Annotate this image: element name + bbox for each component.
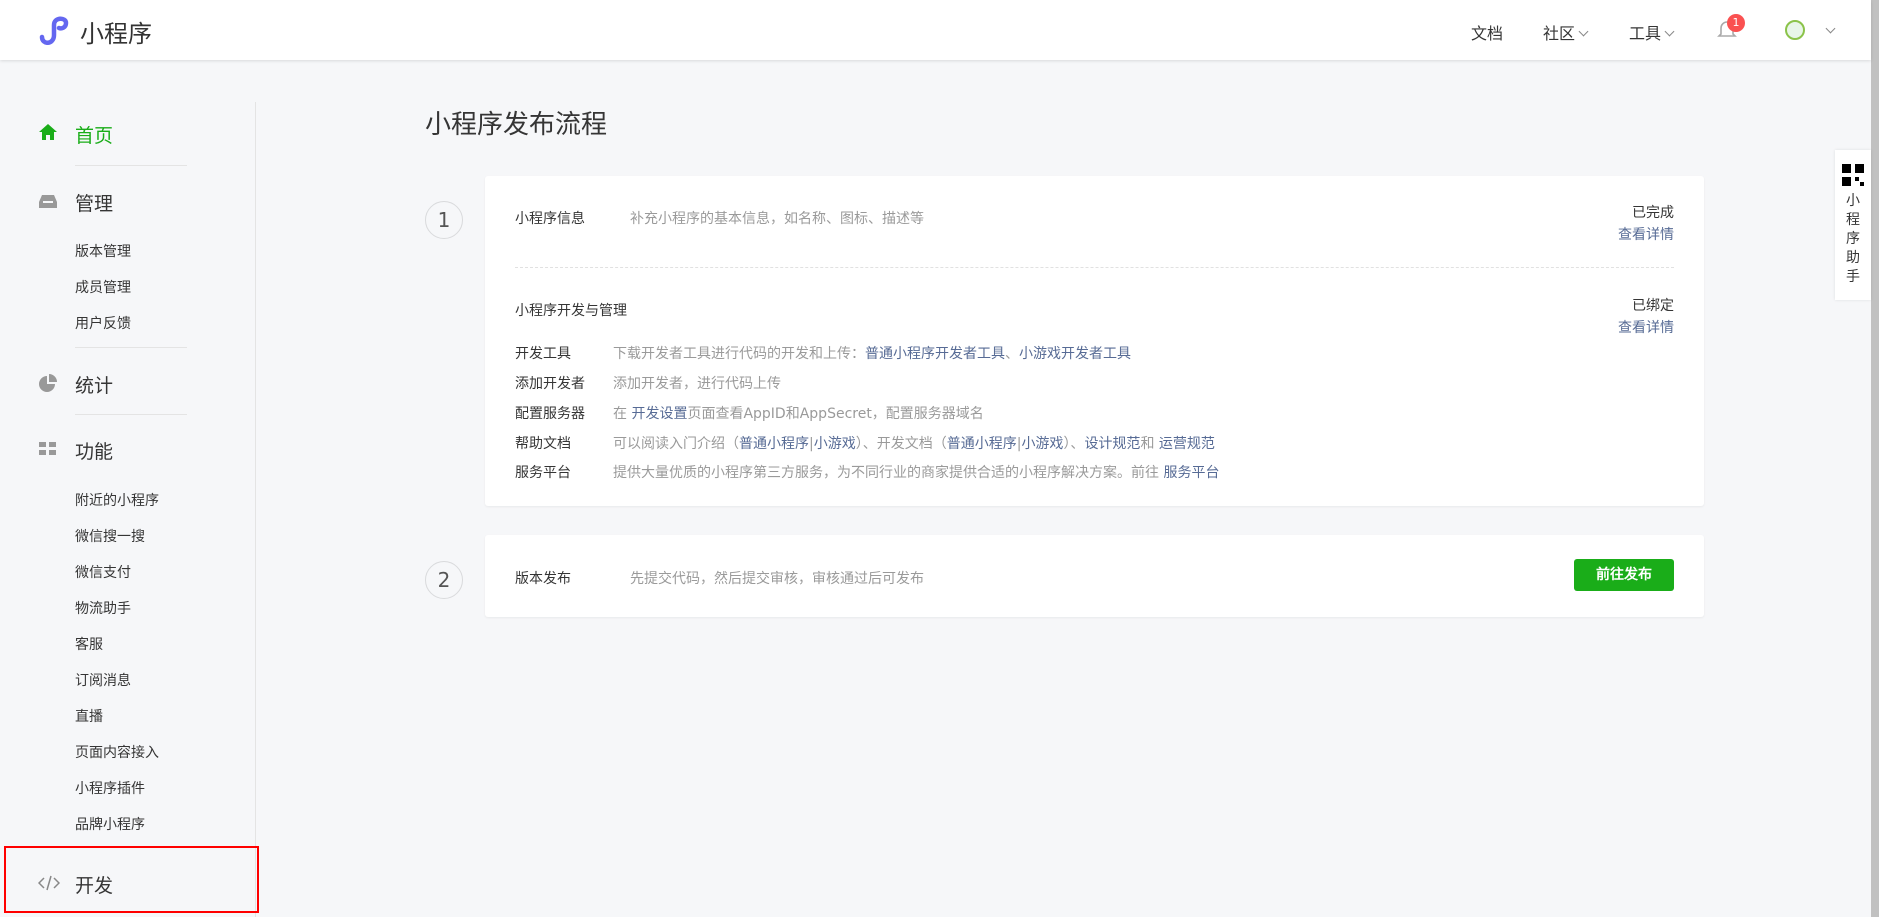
sidebar-item-brand[interactable]: 品牌小程序 (75, 814, 145, 834)
row-desc: 可以阅读入门介绍（普通小程序|小游戏）、开发文档（普通小程序|小游戏）、设计规范… (613, 433, 1215, 453)
page-title: 小程序发布流程 (425, 110, 608, 140)
sidebar-item-content[interactable]: 页面内容接入 (75, 742, 159, 762)
service-desc: 提供大量优质的小程序第三方服务，为不同行业的商家提供合适的小程序解决方案。前往 (613, 465, 1164, 481)
row-desc: 提供大量优质的小程序第三方服务，为不同行业的商家提供合适的小程序解决方案。前往 … (613, 462, 1219, 482)
sidebar-item-stats[interactable]: 统计 (75, 371, 113, 398)
service-platform-link[interactable]: 服务平台 (1163, 465, 1219, 481)
dev-label: 小程序开发与管理 (515, 303, 627, 319)
dev-details-link[interactable]: 查看详情 (1618, 317, 1674, 337)
notification-badge: 1 (1727, 14, 1745, 32)
row-desc: 在 开发设置页面查看AppID和AppSecret，配置服务器域名 (613, 403, 984, 423)
sidebar-item-home[interactable]: 首页 (75, 121, 113, 148)
inbox-icon (39, 195, 57, 208)
sidebar-item-logistics[interactable]: 物流助手 (75, 598, 131, 618)
sidebar-item-service[interactable]: 客服 (75, 634, 103, 654)
intro-miniprogram-link[interactable]: 普通小程序 (739, 436, 809, 452)
game-tools-link[interactable]: 小游戏开发者工具 (1019, 346, 1131, 362)
info-desc: 补充小程序的基本信息，如名称、图标、描述等 (630, 211, 924, 227)
sidebar-item-subscribe[interactable]: 订阅消息 (75, 670, 131, 690)
divider (75, 165, 187, 166)
sidebar-item-version[interactable]: 版本管理 (75, 241, 131, 261)
dashed-divider (515, 267, 1674, 268)
sidebar-item-manage[interactable]: 管理 (75, 189, 113, 216)
nav-community[interactable]: 社区 (1543, 20, 1589, 44)
chevron-down-icon (1578, 26, 1589, 37)
server-desc: 页面查看AppID和AppSecret，配置服务器域名 (687, 406, 984, 422)
info-status: 已完成 (1632, 205, 1674, 221)
row-desc: 下载开发者工具进行代码的开发和上传：普通小程序开发者工具、小游戏开发者工具 (613, 343, 1131, 363)
sep: 、 (1005, 346, 1019, 362)
row-label: 添加开发者 (515, 376, 585, 392)
pie-chart-icon (39, 374, 57, 392)
brand-name[interactable]: 小程序 (80, 14, 152, 49)
step2-card: 版本发布 先提交代码，然后提交审核，审核通过后可发布 前往发布 (485, 535, 1704, 617)
sidebar-divider (255, 102, 256, 917)
sidebar-item-live[interactable]: 直播 (75, 706, 103, 726)
design-guide-link[interactable]: 设计规范 (1084, 436, 1140, 452)
qr-code-icon (1842, 164, 1864, 186)
docs-game-link[interactable]: 小游戏 (1021, 436, 1063, 452)
dev-tools-link[interactable]: 普通小程序开发者工具 (865, 346, 1005, 362)
sidebar-item-features[interactable]: 功能 (75, 437, 113, 464)
scrollbar[interactable] (1871, 0, 1879, 917)
release-label: 版本发布 (515, 571, 571, 587)
nav-tools[interactable]: 工具 (1629, 20, 1675, 44)
nav-community-label: 社区 (1543, 24, 1576, 43)
step-number: 1 (425, 201, 463, 239)
release-desc: 先提交代码，然后提交审核，审核通过后可发布 (630, 571, 924, 587)
divider (75, 414, 187, 415)
assistant-float[interactable]: 小程序助手 (1835, 150, 1871, 300)
highlight-box (4, 846, 259, 913)
info-label: 小程序信息 (515, 211, 585, 227)
avatar[interactable] (1785, 20, 1805, 40)
grid-icon (39, 442, 56, 455)
go-release-button[interactable]: 前往发布 (1574, 559, 1674, 591)
row-label: 服务平台 (515, 465, 571, 481)
sidebar-item-pay[interactable]: 微信支付 (75, 562, 131, 582)
sidebar-item-feedback[interactable]: 用户反馈 (75, 313, 131, 333)
row-label: 帮助文档 (515, 436, 571, 452)
info-details-link[interactable]: 查看详情 (1618, 224, 1674, 244)
intro-game-link[interactable]: 小游戏 (814, 436, 856, 452)
t1: 可以阅读入门介绍（ (613, 436, 739, 452)
sidebar-item-nearby[interactable]: 附近的小程序 (75, 490, 159, 510)
docs-miniprogram-link[interactable]: 普通小程序 (947, 436, 1017, 452)
ops-guide-link[interactable]: 运营规范 (1159, 436, 1215, 452)
step1-card: 小程序信息 补充小程序的基本信息，如名称、图标、描述等 已完成 查看详情 小程序… (485, 176, 1704, 506)
dev-settings-link[interactable]: 开发设置 (631, 406, 687, 422)
sidebar-item-search[interactable]: 微信搜一搜 (75, 526, 145, 546)
sidebar-item-members[interactable]: 成员管理 (75, 277, 131, 297)
t3: ）、 (1063, 436, 1085, 452)
sidebar-item-plugin[interactable]: 小程序插件 (75, 778, 145, 798)
nav-docs[interactable]: 文档 (1471, 20, 1503, 44)
t2: ）、开发文档（ (855, 436, 947, 452)
row-desc: 添加开发者，进行代码上传 (613, 376, 781, 392)
home-icon (39, 124, 57, 140)
dev-status: 已绑定 (1632, 298, 1674, 314)
miniprogram-logo-icon[interactable] (38, 15, 70, 45)
nav-tools-label: 工具 (1629, 24, 1662, 43)
divider (75, 347, 187, 348)
t4: 和 (1140, 436, 1159, 452)
chevron-down-icon (1664, 26, 1675, 37)
pre: 在 (613, 406, 632, 422)
tools-desc: 下载开发者工具进行代码的开发和上传： (613, 346, 865, 362)
top-header: 小程序 文档 社区 工具 1 (0, 0, 1871, 60)
assistant-label: 小程序助手 (1846, 193, 1860, 285)
row-label: 开发工具 (515, 346, 571, 362)
account-chevron-down-icon[interactable] (1825, 23, 1836, 34)
step-number: 2 (425, 561, 463, 599)
row-label: 配置服务器 (515, 406, 585, 422)
